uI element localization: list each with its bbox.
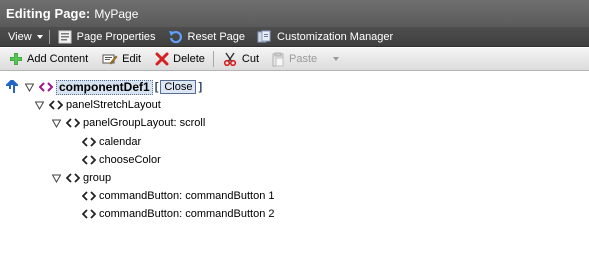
menu-separator	[48, 29, 50, 44]
edit-icon	[102, 52, 118, 66]
title-label: Editing Page:	[6, 6, 91, 21]
page-properties-button[interactable]: Page Properties	[58, 27, 156, 47]
edit-button[interactable]: Edit	[102, 48, 141, 71]
delete-label: Delete	[173, 53, 205, 65]
customization-manager-button[interactable]: Customization Manager	[257, 27, 393, 47]
tag-brackets-icon	[82, 191, 96, 201]
component-def-icon	[39, 82, 53, 92]
bracket-close: ]	[198, 81, 203, 93]
tree-root-label[interactable]: componentDef1	[56, 79, 153, 95]
arrow-up-icon[interactable]	[6, 80, 18, 94]
tree-node[interactable]: calendar	[82, 133, 141, 151]
tree-node-label: group	[83, 172, 112, 184]
view-menu[interactable]: View	[8, 27, 43, 47]
cut-label: Cut	[241, 53, 260, 65]
reset-icon	[168, 30, 183, 44]
close-button[interactable]: Close	[160, 80, 197, 94]
page-name: MyPage	[94, 7, 139, 21]
paste-button[interactable]: Paste	[271, 48, 340, 71]
tree-node[interactable]: panelGroupLayout: scroll	[52, 114, 205, 132]
page-editor: Editing Page: MyPage View Page Properties	[0, 0, 589, 255]
tree-node-label: commandButton: commandButton 2	[99, 208, 275, 220]
paste-label: Paste	[289, 53, 318, 65]
scissors-icon	[222, 52, 238, 66]
edit-toolbar: Add Content Edit Delete Cut Paste	[0, 48, 589, 71]
edit-label: Edit	[122, 53, 142, 65]
add-content-button[interactable]: Add Content	[9, 48, 88, 71]
delete-x-icon	[155, 52, 169, 66]
tag-brackets-icon	[66, 173, 80, 183]
tree-node-label: chooseColor	[99, 154, 161, 166]
delete-button[interactable]: Delete	[155, 48, 205, 71]
reset-page-button[interactable]: Reset Page	[168, 27, 245, 47]
menu-bar: View Page Properties Reset Page Customiz…	[0, 27, 589, 47]
reset-page-label: Reset Page	[187, 30, 246, 43]
tag-brackets-icon	[82, 209, 96, 219]
triangle-down-icon[interactable]	[52, 174, 61, 183]
page-properties-label: Page Properties	[76, 30, 156, 43]
tag-brackets-icon	[82, 137, 96, 147]
tag-brackets-icon	[49, 100, 63, 110]
triangle-down-icon[interactable]	[25, 83, 34, 92]
customization-manager-icon	[257, 30, 272, 44]
cut-button[interactable]: Cut	[222, 48, 259, 71]
page-properties-icon	[58, 30, 72, 44]
add-content-label: Add Content	[27, 53, 89, 65]
component-tree: componentDef1 [ Close ] panelStretchLayo…	[0, 72, 589, 255]
chevron-down-icon[interactable]	[333, 57, 340, 61]
title-bar: Editing Page: MyPage	[0, 0, 589, 27]
plus-icon	[9, 52, 23, 66]
tree-node[interactable]: commandButton: commandButton 1	[82, 187, 274, 205]
bracket-open: [	[154, 81, 159, 93]
customization-manager-label: Customization Manager	[277, 30, 394, 43]
tree-node[interactable]: group	[52, 169, 111, 187]
triangle-down-icon[interactable]	[52, 119, 61, 128]
clipboard-icon	[271, 52, 285, 67]
tree-node[interactable]: panelStretchLayout	[35, 96, 161, 114]
triangle-down-icon[interactable]	[35, 101, 44, 110]
tree-node[interactable]: commandButton: commandButton 2	[82, 205, 274, 223]
tag-brackets-icon	[82, 155, 96, 165]
tree-node-label: panelGroupLayout: scroll	[83, 117, 206, 129]
chevron-down-icon	[36, 35, 43, 39]
view-menu-label: View	[8, 30, 32, 43]
tree-node[interactable]: chooseColor	[82, 151, 161, 169]
tree-node-label: calendar	[99, 136, 142, 148]
toolbar-separator	[212, 51, 214, 67]
tree-node-label: commandButton: commandButton 1	[99, 190, 275, 202]
tree-node-label: panelStretchLayout	[66, 99, 161, 111]
tree-root-row: componentDef1 [ Close ]	[6, 78, 204, 96]
tag-brackets-icon	[66, 118, 80, 128]
